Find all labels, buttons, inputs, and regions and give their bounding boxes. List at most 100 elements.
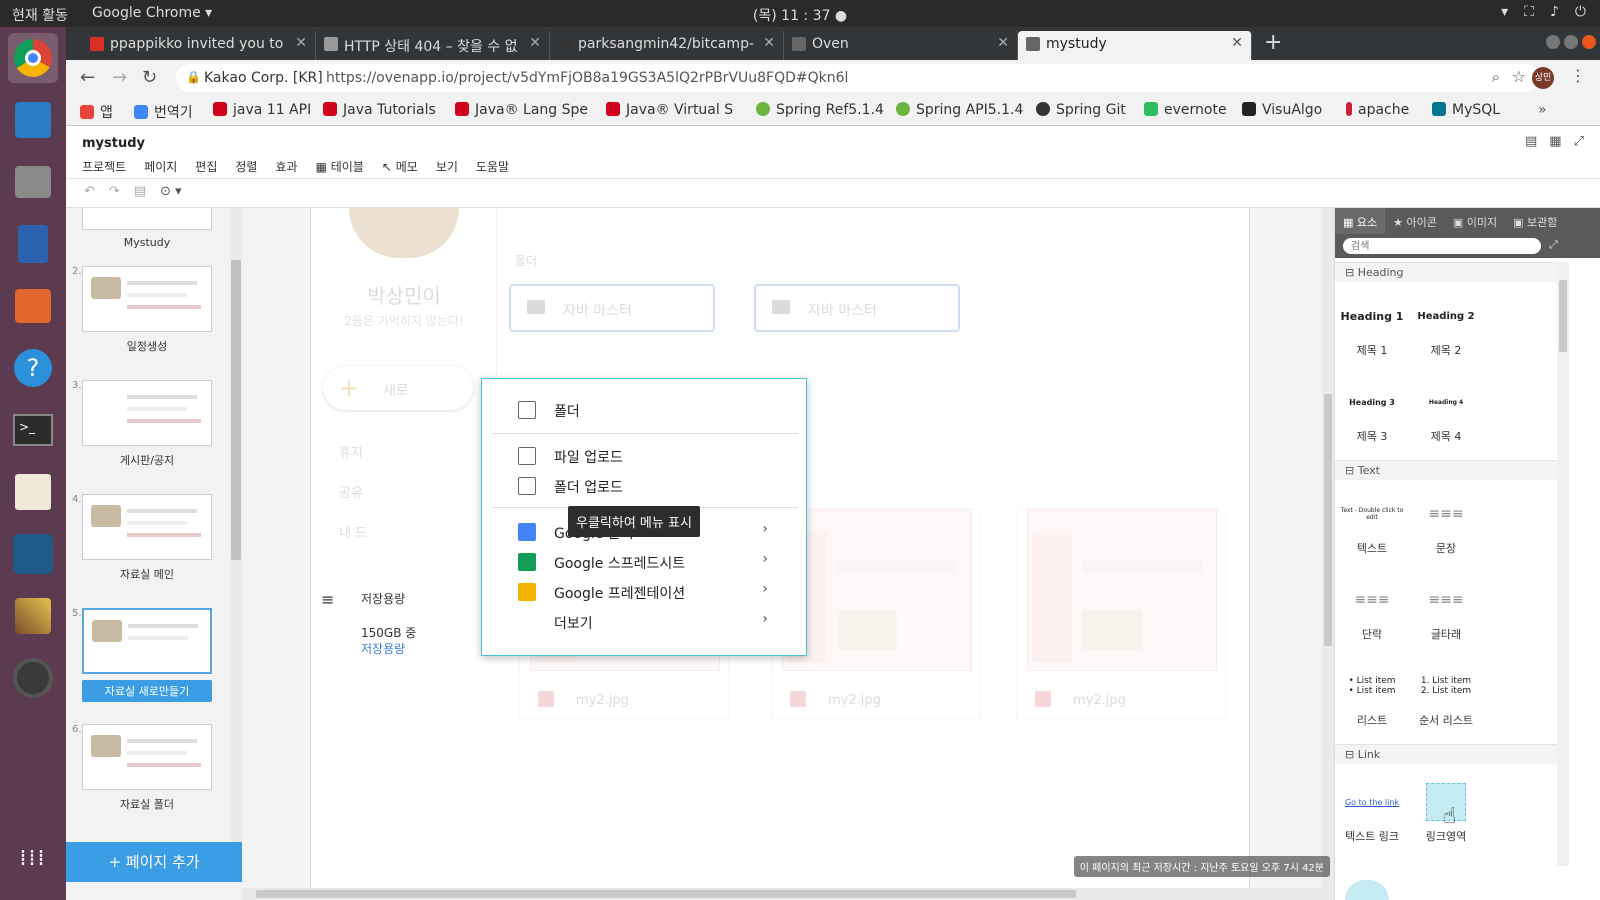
terminal-launcher-icon[interactable]: >_ — [8, 405, 58, 455]
add-page-button[interactable]: + 페이지 추가 — [66, 842, 242, 882]
menu-arrange[interactable]: 정렬 — [235, 158, 257, 175]
fullscreen-icon[interactable]: ⤢ — [1574, 134, 1584, 149]
grid-view-icon[interactable]: ▦ — [1549, 134, 1561, 149]
redo-icon[interactable]: ↷ — [109, 184, 120, 199]
menu-item-folder-upload[interactable]: 폴더 업로드 — [482, 471, 798, 501]
component-search-input[interactable] — [1343, 238, 1541, 254]
canvas-horizontal-scrollbar[interactable] — [242, 888, 1334, 900]
menu-item-more[interactable]: 더보기 › — [482, 607, 798, 637]
page-thumb[interactable]: 6. 자료실 폴더 — [72, 724, 212, 812]
page-thumbnail[interactable] — [82, 494, 212, 560]
menu-item-google-slides[interactable]: Google 프레젠테이션 › — [482, 577, 798, 607]
paint-launcher-icon[interactable] — [8, 591, 58, 641]
page-thumb-selected[interactable]: 5. 자료실 새로만들기 — [72, 608, 212, 702]
bookmark-apps[interactable]: 앱 — [80, 102, 113, 122]
page-thumbnail[interactable] — [82, 608, 212, 674]
chrome-launcher-icon[interactable] — [8, 33, 58, 83]
canvas-vertical-scrollbar[interactable] — [1322, 208, 1334, 888]
page-thumbnail[interactable] — [82, 208, 212, 230]
menu-view[interactable]: 보기 — [436, 158, 458, 175]
tab-elements[interactable]: ▦ 요소 — [1335, 208, 1386, 234]
storage-link[interactable]: 저장용량 — [361, 640, 405, 657]
menu-memo[interactable]: ↖ 메모 — [382, 158, 418, 175]
maximize-icon[interactable] — [1564, 35, 1578, 49]
component-text-link[interactable]: Go to the link 텍스트 링크 — [1335, 780, 1409, 844]
bookmark-jvm-spec[interactable]: Java® Virtual S — [606, 102, 733, 118]
section-heading[interactable]: ⊟ Heading — [1335, 262, 1561, 282]
close-tab-icon[interactable]: ✕ — [529, 35, 541, 51]
page-thumb[interactable]: Mystudy — [82, 208, 212, 249]
more-bookmarks-icon[interactable]: » — [1538, 102, 1547, 118]
tab-http404[interactable]: HTTP 상태 404 – 찾을 수 없 ✕ — [316, 31, 550, 60]
design-page[interactable]: 박상민이 2등은 기억하지 않는다! + 새로 휴지 공유 내 드 폴더 자바 마… — [310, 208, 1250, 900]
bookmark-spring-git[interactable]: Spring Git — [1036, 102, 1126, 118]
volume-icon[interactable]: ♪ — [1550, 4, 1559, 20]
file-card[interactable]: my2.jpg — [1016, 508, 1226, 720]
tab-gmail[interactable]: ppappikko invited you to ✕ — [82, 31, 316, 60]
bookmark-star-icon[interactable]: ☆ — [1512, 67, 1526, 86]
dropdown-icon[interactable]: ▾ — [1501, 4, 1508, 20]
bookmark-translator[interactable]: 번역기 — [134, 102, 193, 122]
menu-item-google-sheets[interactable]: Google 스프레드시트 › — [482, 547, 798, 577]
bookmark-visualgo[interactable]: VisuAlgo — [1242, 102, 1322, 118]
component-ordered-list[interactable]: 1. List item 2. List item 순서 리스트 — [1409, 664, 1483, 728]
bookmark-java-lang-spec[interactable]: Java® Lang Spe — [455, 102, 588, 118]
close-tab-icon[interactable]: ✕ — [295, 35, 307, 51]
layout-view-icon[interactable]: ▤ — [1525, 134, 1537, 149]
component-heading1[interactable]: Heading 1 제목 1 — [1335, 294, 1409, 358]
zoom-icon[interactable]: ⌕ — [1492, 68, 1500, 86]
help-launcher-icon[interactable]: ? — [8, 343, 58, 393]
tab-github[interactable]: parksangmin42/bitcamp- ✕ — [550, 31, 784, 60]
close-tab-icon[interactable]: ✕ — [1231, 35, 1243, 51]
menu-help[interactable]: 도움말 — [476, 158, 509, 175]
tab-storage[interactable]: ▣ 보관함 — [1505, 208, 1565, 234]
menu-page[interactable]: 페이지 — [144, 158, 177, 175]
component-heading4[interactable]: Heading 4 제목 4 — [1409, 380, 1483, 444]
expand-icon[interactable]: ⤢ — [1549, 238, 1558, 252]
menu-edit[interactable]: 편집 — [195, 158, 217, 175]
chrome-menu-icon[interactable]: ⋮ — [1570, 66, 1586, 85]
power-icon[interactable]: ⏻ — [1575, 4, 1586, 20]
menu-item-file-upload[interactable]: 파일 업로드 — [482, 441, 798, 471]
bookmark-java11api[interactable]: java 11 API — [213, 102, 311, 118]
tab-mystudy[interactable]: mystudy ✕ — [1018, 31, 1252, 60]
bookmark-spring-ref[interactable]: Spring Ref5.1.4 — [756, 102, 884, 118]
menu-item-folder[interactable]: 폴더 — [482, 395, 798, 425]
component-heading3[interactable]: Heading 3 제목 3 — [1335, 380, 1409, 444]
tab-images[interactable]: ▣ 이미지 — [1445, 208, 1505, 234]
folder-card[interactable]: 자바 마스터 — [509, 284, 715, 332]
new-button[interactable]: + 새로 — [323, 366, 473, 410]
mysql-workbench-launcher-icon[interactable] — [8, 529, 58, 579]
writer-launcher-icon[interactable] — [8, 219, 58, 269]
network-icon[interactable]: ⛶ — [1524, 4, 1534, 20]
close-window-icon[interactable] — [1582, 35, 1596, 49]
hamburger-icon[interactable]: ≡ — [321, 590, 334, 609]
page-thumb[interactable]: 3. 게시판/공지 — [72, 380, 212, 468]
bookmark-apache[interactable]: apache — [1346, 102, 1409, 118]
software-launcher-icon[interactable] — [8, 281, 58, 331]
undo-icon[interactable]: ↶ — [84, 184, 95, 199]
menu-effect[interactable]: 효과 — [275, 158, 297, 175]
bookmark-evernote[interactable]: evernote — [1144, 102, 1227, 118]
url-text[interactable]: https://ovenapp.io/project/v5dYmFjOB8a19… — [326, 70, 848, 86]
page-thumbnail[interactable] — [82, 266, 212, 332]
save-icon[interactable]: ▤ — [134, 184, 146, 199]
page-thumbnail[interactable] — [82, 724, 212, 790]
circle-component-preview[interactable] — [1345, 880, 1389, 900]
shared-item[interactable]: 공유 — [339, 482, 363, 501]
component-paragraph[interactable]: ≡≡≡ 단락 — [1335, 578, 1409, 642]
page-thumb[interactable]: 4. 자료실 메인 — [72, 494, 212, 582]
minimize-icon[interactable] — [1546, 35, 1560, 49]
bookmark-mysql[interactable]: MySQL — [1432, 102, 1500, 118]
tab-oven[interactable]: Oven ✕ — [784, 31, 1018, 60]
component-panel-scrollbar[interactable] — [1557, 262, 1569, 866]
address-bar[interactable]: 🔒 Kakao Corp. [KR] https://ovenapp.io/pr… — [176, 64, 1540, 92]
clock[interactable]: (목) 11 : 37 ● — [0, 5, 1600, 25]
component-sentence[interactable]: ≡≡≡ 문장 — [1409, 492, 1483, 556]
close-tab-icon[interactable]: ✕ — [997, 35, 1009, 51]
page-thumbnail[interactable] — [82, 380, 212, 446]
bookmark-java-tutorials[interactable]: Java Tutorials — [323, 102, 436, 118]
eclipse-launcher-icon[interactable] — [8, 653, 58, 703]
vscode-launcher-icon[interactable] — [8, 95, 58, 145]
page-thumb[interactable]: 2. 일정생성 — [72, 266, 212, 354]
